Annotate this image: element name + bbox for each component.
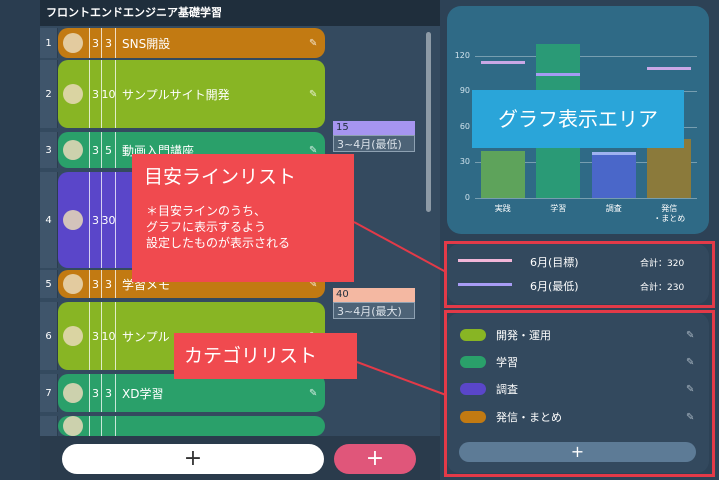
callout-connector xyxy=(356,361,447,396)
callout-connector xyxy=(353,221,447,273)
callout-connectors xyxy=(353,221,447,396)
